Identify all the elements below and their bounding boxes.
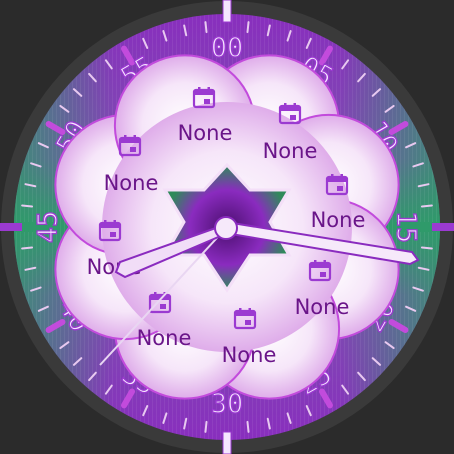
minute-number: 30 — [211, 389, 244, 420]
marker-9 — [0, 223, 22, 231]
marker-6 — [222, 431, 232, 454]
tick-mark — [420, 246, 433, 250]
minute-number: 45 — [33, 211, 64, 244]
complication-label: None — [222, 343, 277, 367]
tick-mark — [204, 420, 208, 433]
minute-number: 15 — [391, 211, 422, 244]
complication-label: None — [104, 171, 159, 195]
tick-mark — [204, 21, 208, 34]
tick-mark — [420, 204, 433, 208]
tick-mark — [21, 204, 34, 208]
complication-label: None — [137, 326, 192, 350]
marker-3 — [432, 223, 454, 231]
watch-face: 000510152025303540455055 NoneNoneNoneNon… — [0, 0, 454, 454]
complication-label: None — [311, 208, 366, 232]
minute-number: 00 — [211, 33, 244, 64]
complication-label: None — [263, 139, 318, 163]
tick-mark — [246, 21, 250, 34]
tick-mark — [21, 246, 34, 250]
complication-label: None — [295, 295, 350, 319]
complication-label: None — [178, 121, 233, 145]
tick-mark — [246, 420, 250, 433]
center-cap — [214, 216, 238, 240]
marker-12 — [222, 0, 232, 23]
